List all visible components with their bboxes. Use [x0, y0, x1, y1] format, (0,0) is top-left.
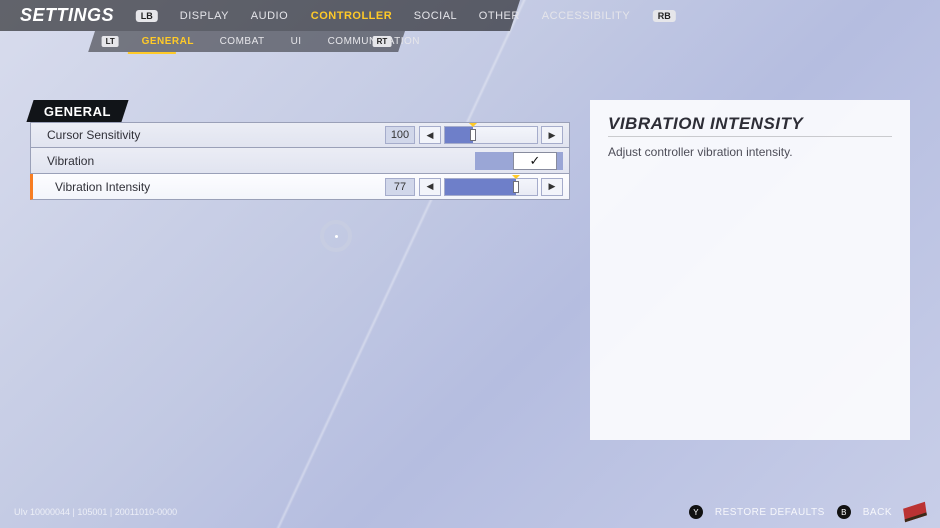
info-description: Adjust controller vibration intensity.	[608, 145, 892, 159]
tab-controller[interactable]: CONTROLLER	[310, 10, 391, 22]
row-label: Vibration	[47, 154, 475, 168]
subtab-ui[interactable]: UI	[291, 36, 302, 47]
info-divider	[608, 136, 892, 137]
footer-decoration-icon	[903, 502, 927, 522]
section-header: GENERAL	[30, 100, 570, 122]
rb-bumper-icon[interactable]: RB	[653, 10, 676, 22]
build-info: UIv 10000044 | 105001 | 20011010-0000	[14, 507, 177, 517]
active-subtab-underline	[128, 52, 176, 54]
tab-display[interactable]: DISPLAY	[180, 10, 229, 22]
y-button-icon[interactable]: Y	[689, 505, 703, 519]
checkbox-cell: ✓	[475, 152, 563, 170]
lb-bumper-icon[interactable]: LB	[136, 10, 158, 22]
restore-defaults-label: RESTORE DEFAULTS	[715, 507, 825, 518]
slider-default-tick-icon	[512, 175, 520, 179]
value-box: 77	[385, 178, 415, 196]
cursor-ring-icon	[320, 220, 352, 252]
row-label: Cursor Sensitivity	[47, 128, 385, 142]
tab-accessibility[interactable]: ACCESSIBILITY	[542, 10, 630, 22]
info-title: VIBRATION INTENSITY	[608, 114, 892, 134]
slider-cursor-sensitivity[interactable]	[444, 126, 538, 144]
increase-button[interactable]: ▶	[541, 126, 563, 144]
settings-title: SETTINGS	[20, 5, 114, 26]
row-vibration[interactable]: Vibration ✓	[30, 148, 570, 174]
vibration-checkbox[interactable]: ✓	[513, 152, 557, 170]
tab-other[interactable]: OTHER	[479, 10, 520, 22]
slider-vibration-intensity[interactable]	[444, 178, 538, 196]
settings-list: GENERAL Cursor Sensitivity 100 ◀ ▶ Vibra…	[30, 100, 570, 440]
row-vibration-intensity[interactable]: Vibration Intensity 77 ◀ ▶	[30, 174, 570, 200]
decrease-button[interactable]: ◀	[419, 126, 441, 144]
decrease-button[interactable]: ◀	[419, 178, 441, 196]
section-title: GENERAL	[44, 104, 111, 119]
slider-fill	[445, 127, 473, 143]
b-button-icon[interactable]: B	[837, 505, 851, 519]
subtab-combat[interactable]: COMBAT	[220, 36, 265, 47]
sub-tab-bar: LT GENERAL COMBAT UI COMMUNICATION RT	[88, 31, 405, 52]
footer-bar: UIv 10000044 | 105001 | 20011010-0000 Y …	[0, 502, 940, 522]
row-cursor-sensitivity[interactable]: Cursor Sensitivity 100 ◀ ▶	[30, 122, 570, 148]
lt-trigger-icon[interactable]: LT	[102, 36, 119, 47]
top-tab-bar: SETTINGS LB DISPLAY AUDIO CONTROLLER SOC…	[0, 0, 520, 31]
rt-trigger-icon[interactable]: RT	[373, 36, 392, 47]
back-label: BACK	[863, 507, 892, 518]
tab-social[interactable]: SOCIAL	[414, 10, 457, 22]
slider-handle[interactable]	[470, 129, 476, 141]
slider-default-tick-icon	[469, 123, 477, 127]
value-box: 100	[385, 126, 415, 144]
tab-audio[interactable]: AUDIO	[251, 10, 288, 22]
slider-handle[interactable]	[513, 181, 519, 193]
subtab-general[interactable]: GENERAL	[142, 36, 194, 47]
row-label: Vibration Intensity	[55, 180, 385, 194]
info-panel: VIBRATION INTENSITY Adjust controller vi…	[590, 100, 910, 440]
increase-button[interactable]: ▶	[541, 178, 563, 196]
slider-fill	[445, 179, 516, 195]
